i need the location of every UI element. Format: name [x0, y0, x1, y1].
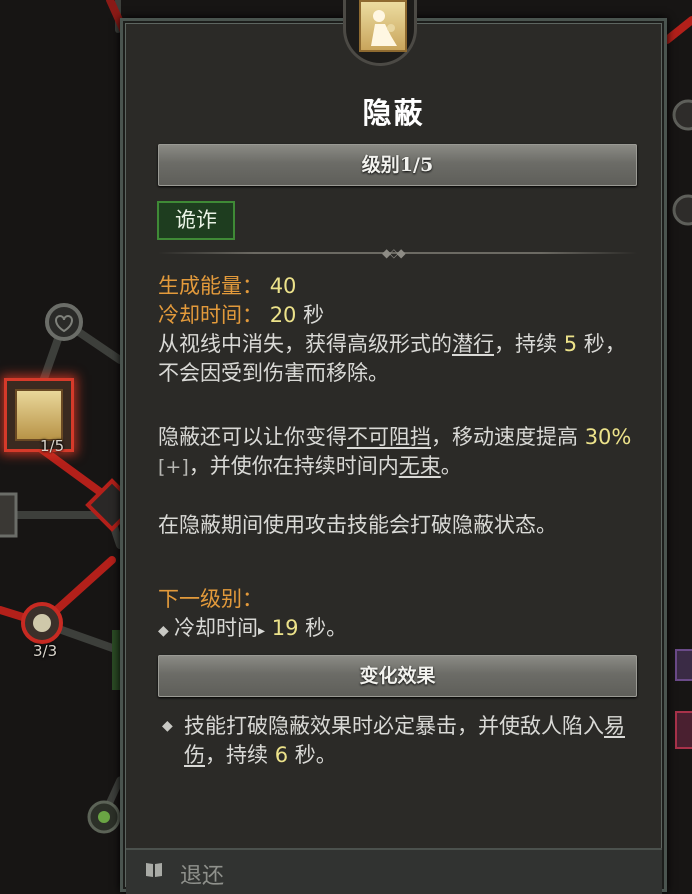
description-paragraph-1: 从视线中消失，获得高级形式的潜行，持续 5 秒，不会因受到伤害而移除。	[158, 330, 638, 388]
tree-edge-node	[0, 492, 18, 538]
modifier-header-bar: 变化效果	[158, 655, 637, 697]
description-paragraph-2: 隐蔽还可以让你变得不可阻挡，移动速度提高 30% [+]，并使你在持续时间内无束。	[158, 423, 638, 482]
desc2-text-d: 。	[440, 454, 462, 478]
bullet-icon: ◆	[158, 623, 169, 639]
next-rank-cooldown-value: 19	[271, 616, 299, 640]
poison-icon	[98, 811, 110, 823]
tree-active-connector	[663, 16, 692, 44]
tree-edge-node-right	[672, 99, 692, 131]
tree-edge-node-green	[112, 630, 120, 690]
modifier-duration: 6	[274, 743, 289, 767]
keyword-stealth[interactable]: 潜行	[452, 332, 494, 356]
energy-label: 生成能量：	[158, 274, 263, 298]
skill-node-level: 1/5	[40, 437, 65, 455]
cooldown-unit: 秒	[303, 303, 325, 327]
cooldown-value: 20	[269, 303, 297, 327]
energy-stat: 生成能量： 40	[158, 272, 638, 301]
description-paragraph-3: 在隐蔽期间使用攻击技能会打破隐蔽状态。	[158, 513, 557, 537]
modifier-text-a: 技能打破隐蔽效果时必定暴击，并使敌人陷入	[184, 714, 604, 738]
bullet-icon: ◆	[162, 718, 173, 734]
skill-tag: 诡诈	[157, 201, 235, 240]
divider-ornament-icon: ◆◇◆	[382, 246, 406, 260]
modifier-text-c: 秒。	[294, 743, 337, 767]
desc1-text-a: 从视线中消失，获得高级形式的	[158, 332, 452, 356]
next-rank-label: 下一级别：	[158, 587, 263, 611]
passive-skull-icon	[33, 614, 51, 632]
keyword-unhindered[interactable]: 无束	[399, 454, 441, 478]
desc1-duration: 5	[563, 332, 578, 356]
modifier-header: 变化效果	[359, 665, 436, 687]
rank-label: 级别1/5	[361, 154, 434, 176]
energy-value: 40	[269, 274, 297, 298]
modifier-text-b: ，持续	[205, 743, 268, 767]
next-rank-unit: 秒。	[305, 616, 348, 640]
desc2-text-c: ，并使你在持续时间内	[188, 454, 399, 478]
keyword-unstoppable[interactable]: 不可阻挡	[347, 425, 431, 449]
modifier-description: ◆ 技能打破隐蔽效果时必定暴击，并使敌人陷入易伤，持续 6 秒。	[162, 712, 632, 770]
rank-bar: 级别1/5	[158, 144, 637, 186]
next-rank-item-label: 冷却时间	[174, 616, 258, 640]
refund-bar[interactable]: 退还	[126, 848, 662, 894]
tree-edge-node-right	[675, 711, 692, 749]
desc1-text-b: ，持续	[494, 332, 557, 356]
concealment-skill-icon	[359, 0, 407, 52]
passive-node-level: 3/3	[33, 642, 58, 660]
next-rank-item: ◆ 冷却时间▸ 19 秒。	[158, 614, 638, 646]
desc2-plus-marker: [+]	[158, 456, 189, 478]
concealment-skill-icon	[15, 389, 63, 441]
tree-edge-node-right	[672, 194, 692, 226]
desc2-text-a: 隐蔽还可以让你变得	[158, 425, 347, 449]
cooldown-label: 冷却时间：	[158, 303, 263, 327]
refund-label[interactable]: 退还	[180, 858, 224, 890]
cooldown-stat: 冷却时间： 20 秒	[158, 301, 638, 330]
desc2-speed-bonus: 30%	[584, 425, 632, 449]
book-icon	[146, 863, 162, 877]
next-rank-section: 下一级别：	[158, 585, 638, 614]
arrow-right-icon: ▸	[258, 623, 266, 639]
desc2-text-b: ，移动速度提高	[431, 425, 578, 449]
skill-title: 隐蔽	[362, 96, 425, 130]
tree-passive-node	[45, 303, 83, 341]
tree-edge-node-right	[675, 649, 692, 681]
